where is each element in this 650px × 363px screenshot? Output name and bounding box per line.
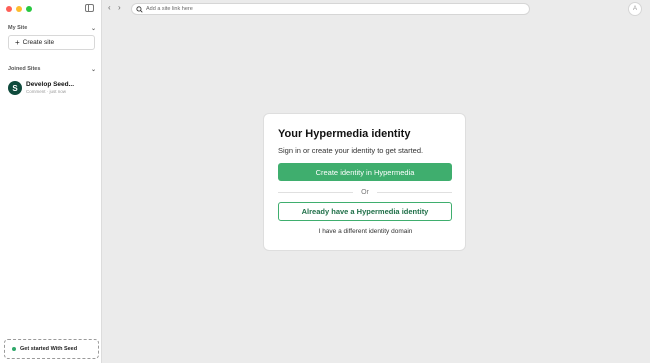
divider-line [376,191,452,193]
card-subtitle: Sign in or create your identity to get s… [278,146,424,155]
account-avatar[interactable]: A [628,2,642,16]
site-name: Develop Seed... [26,81,75,88]
joined-sites-header[interactable]: Joined Sites ⌄ [8,64,96,74]
different-domain-link[interactable]: I have a different identity domain [264,228,467,235]
chevron-down-icon[interactable]: ⌄ [91,25,96,32]
or-text: Or [361,188,369,196]
identity-card: Your Hypermedia identity Sign in or crea… [263,113,466,251]
create-site-label: Create site [22,39,55,46]
sidebar-toggle-icon[interactable] [85,4,94,12]
my-site-header[interactable]: My Site ⌄ [8,23,96,33]
card-title: Your Hypermedia identity [278,128,411,140]
site-activity: Comment · just now [26,89,67,94]
search-icon [136,5,143,13]
sidebar-item-develop-seed[interactable]: S Develop Seed... Comment · just now [8,80,98,96]
site-avatar: S [8,81,22,95]
joined-sites-title: Joined Sites [8,66,41,72]
create-identity-button[interactable]: Create identity in Hypermedia [278,163,452,181]
status-dot-icon [12,347,16,351]
url-input[interactable] [146,6,506,12]
divider-line [278,191,354,193]
existing-identity-button[interactable]: Already have a Hypermedia identity [278,202,452,221]
sidebar: My Site ⌄ + Create site Joined Sites ⌄ S… [0,0,102,363]
my-site-title: My Site [8,25,28,31]
maximize-window-button[interactable] [26,6,32,12]
close-window-button[interactable] [6,6,12,12]
url-bar[interactable] [131,3,530,15]
forward-arrow-icon[interactable]: › [118,3,121,13]
get-started-button[interactable]: Get started With Seed [4,339,99,359]
window-controls [6,6,32,12]
or-divider: Or [278,186,452,198]
back-arrow-icon[interactable]: ‹ [108,3,111,13]
create-site-button[interactable]: + Create site [8,35,95,50]
get-started-label: Get started With Seed [20,346,78,352]
plus-icon: + [15,37,20,47]
chevron-down-icon[interactable]: ⌄ [91,66,96,73]
minimize-window-button[interactable] [16,6,22,12]
